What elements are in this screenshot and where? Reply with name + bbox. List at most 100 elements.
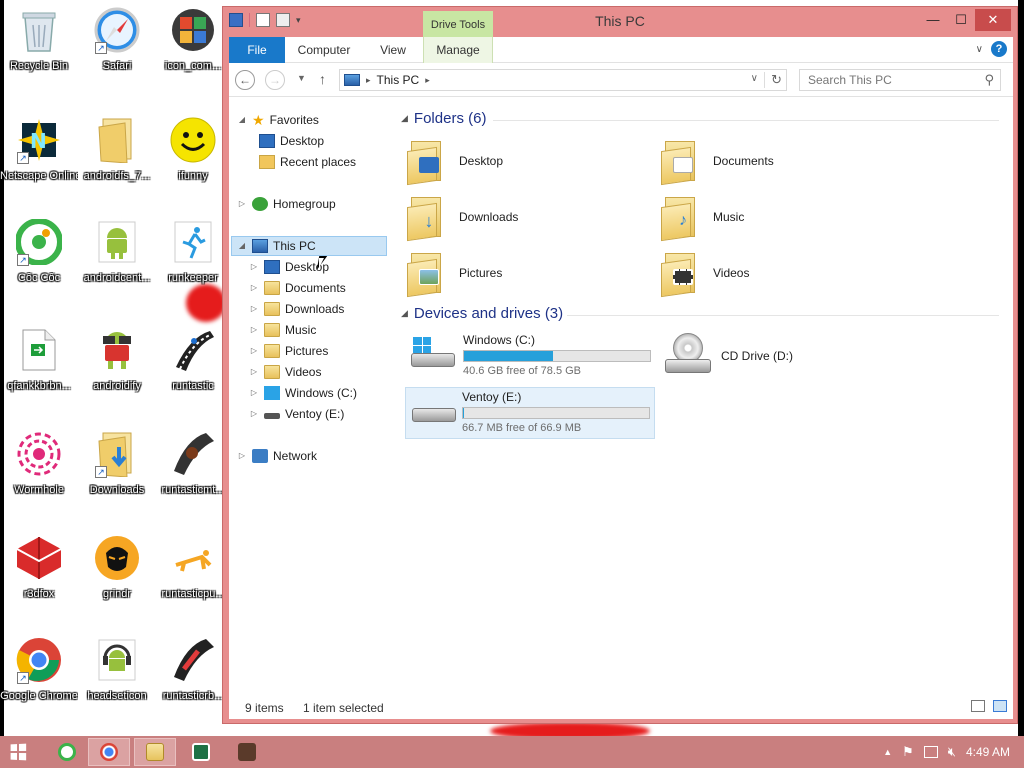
nav-desktop[interactable]: Desktop	[259, 131, 324, 151]
recent-locations-dropdown-icon[interactable]: ▼	[297, 73, 306, 83]
expand-arrow-icon[interactable]: ▷	[249, 404, 259, 424]
desktop-icon-runtasticmt[interactable]: runtasticmt...	[154, 430, 232, 497]
search-input[interactable]: Search This PC ⚲	[799, 69, 1001, 91]
start-button[interactable]	[10, 743, 27, 761]
window-controls: — ☐ ✕	[919, 9, 1011, 31]
desktop-icon-grindr[interactable]: grindr	[78, 534, 156, 601]
ribbon-tabs: File Computer View Manage ∨ ?	[229, 37, 1013, 63]
desktop-icon-downloads[interactable]: ↗ Downloads	[78, 430, 156, 497]
taskbar-file-explorer[interactable]	[134, 738, 176, 766]
refresh-icon[interactable]: ↻	[764, 72, 782, 88]
desktop-icon	[264, 260, 280, 274]
folder-downloads[interactable]: ↓ Downloads	[407, 191, 647, 243]
collapse-arrow-icon[interactable]: ◢	[401, 113, 408, 124]
smiley-icon	[169, 116, 217, 164]
up-button[interactable]: ↑	[319, 71, 326, 87]
breadcrumb-separator-icon[interactable]: ▸	[366, 75, 371, 86]
close-button[interactable]: ✕	[975, 9, 1011, 31]
nav-pc-videos[interactable]: ▷ Videos	[249, 362, 321, 382]
desktop-icon-r3dfox[interactable]: r3dfox	[0, 534, 78, 601]
desktop-icon-wormhole[interactable]: Wormhole	[0, 430, 78, 497]
collapse-arrow-icon[interactable]: ◢	[237, 236, 247, 256]
tab-computer[interactable]: Computer	[289, 37, 359, 63]
forward-button[interactable]: →	[265, 70, 285, 90]
desktop-icon-recycle-bin[interactable]: Recycle Bin	[0, 6, 78, 73]
drive-ventoy-e[interactable]: Ventoy (E:) 66.7 MB free of 66.9 MB	[405, 387, 655, 439]
desktop-icon-ifunny[interactable]: ifunny	[154, 116, 232, 183]
desktop-icon-androidify[interactable]: androidify	[78, 326, 156, 393]
nav-pc-documents[interactable]: ▷ Documents	[249, 278, 346, 298]
breadcrumb-this-pc[interactable]: This PC	[377, 73, 420, 87]
nav-pc-windows-c[interactable]: ▷ Windows (C:)	[249, 383, 357, 403]
nav-homegroup[interactable]: ▷ Homegroup	[237, 194, 336, 214]
desktop-icon-netscape[interactable]: N ↗ Netscape Online	[0, 116, 78, 183]
expand-arrow-icon[interactable]: ▷	[237, 194, 247, 214]
expand-arrow-icon[interactable]: ▷	[249, 383, 259, 403]
desktop-icon-label: headseticon	[87, 690, 147, 702]
nav-network[interactable]: ▷ Network	[237, 446, 317, 466]
network-status-icon[interactable]	[923, 746, 938, 758]
details-view-icon[interactable]	[971, 700, 985, 712]
desktop-icon-androidcent[interactable]: androidcent...	[78, 218, 156, 285]
breadcrumb-separator-icon[interactable]: ▸	[425, 75, 430, 86]
back-button[interactable]: ←	[235, 70, 255, 90]
drive-windows-c[interactable]: Windows (C:) 40.6 GB free of 78.5 GB	[405, 331, 655, 383]
address-dropdown-icon[interactable]: ∨	[751, 73, 758, 84]
folder-documents[interactable]: Documents	[661, 135, 901, 187]
tab-view[interactable]: View	[365, 37, 421, 63]
desktop-icon-runtasticpu[interactable]: runtasticpu...	[154, 534, 232, 601]
maximize-button[interactable]: ☐	[947, 9, 975, 31]
taskbar-app[interactable]	[226, 738, 268, 766]
nav-pc-pictures[interactable]: ▷ Pictures	[249, 341, 328, 361]
expand-arrow-icon[interactable]: ▷	[249, 341, 259, 361]
folder-music[interactable]: ♪ Music	[661, 191, 901, 243]
volume-muted-icon[interactable]: 🔇︎	[948, 744, 956, 760]
nav-pc-downloads[interactable]: ▷ Downloads	[249, 299, 344, 319]
devices-group-header[interactable]: ◢ Devices and drives (3)	[401, 305, 563, 322]
desktop-icon-runtastic[interactable]: runtastic	[154, 326, 232, 393]
folder-pictures[interactable]: Pictures	[407, 247, 647, 299]
minimize-button[interactable]: —	[919, 9, 947, 31]
desktop-icon-label: Downloads	[89, 484, 145, 496]
desktop-icon-androidfs[interactable]: androidfs_7...	[78, 116, 156, 183]
desktop-icon-safari[interactable]: ↗ Safari	[78, 6, 156, 73]
folders-group-header[interactable]: ◢ Folders (6)	[401, 110, 486, 127]
collapse-arrow-icon[interactable]: ◢	[237, 110, 247, 130]
taskbar-coccoc[interactable]	[46, 738, 88, 766]
expand-arrow-icon[interactable]: ▷	[249, 320, 259, 340]
folder-videos[interactable]: Videos	[661, 247, 901, 299]
nav-recent-places[interactable]: Recent places	[259, 152, 356, 172]
desktop-icon-runtasticrb[interactable]: runtasticrb...	[154, 636, 232, 703]
folder-desktop[interactable]: Desktop	[407, 135, 647, 187]
clock[interactable]: 4:49 AM	[966, 745, 1010, 759]
nav-pc-ventoy-e[interactable]: ▷ Ventoy (E:)	[249, 404, 344, 424]
large-icons-view-icon[interactable]	[993, 700, 1007, 712]
desktop-icon-runkeeper[interactable]: runkeeper	[154, 218, 232, 285]
expand-arrow-icon[interactable]: ▷	[237, 446, 247, 466]
desktop-icon-coccoc[interactable]: ↗ Cốc Cốc	[0, 218, 78, 285]
expand-arrow-icon[interactable]: ▷	[249, 278, 259, 298]
taskbar-chrome[interactable]	[88, 738, 130, 766]
tab-manage[interactable]: Manage	[423, 37, 493, 63]
collapse-arrow-icon[interactable]: ◢	[401, 308, 408, 319]
desktop-icon-icon-com[interactable]: icon_com...	[154, 6, 232, 73]
drive-cd-d[interactable]: CD Drive (D:)	[659, 331, 909, 383]
expand-arrow-icon[interactable]: ▷	[249, 362, 259, 382]
nav-pc-music[interactable]: ▷ Music	[249, 320, 316, 340]
address-box[interactable]: ▸ This PC ▸ ∨ ↻	[339, 69, 787, 91]
desktop-icon-qfankkbrbn[interactable]: qfankkbrbn...	[0, 326, 78, 393]
nav-this-pc[interactable]: ◢ This PC	[231, 236, 387, 256]
action-center-flag-icon[interactable]: ⚑	[902, 744, 914, 760]
expand-arrow-icon[interactable]: ▷	[249, 257, 259, 277]
show-hidden-icons-icon[interactable]: ▲	[883, 747, 892, 757]
title-bar[interactable]: ▾ Drive Tools This PC — ☐ ✕	[223, 7, 1017, 39]
desktop-icon-headseticon[interactable]: headseticon	[78, 636, 156, 703]
search-icon[interactable]: ⚲	[984, 70, 994, 90]
taskbar-excel[interactable]	[180, 738, 222, 766]
help-icon[interactable]: ?	[991, 41, 1007, 57]
expand-ribbon-icon[interactable]: ∨	[976, 44, 983, 55]
expand-arrow-icon[interactable]: ▷	[249, 299, 259, 319]
tab-file[interactable]: File	[229, 37, 285, 63]
nav-favorites[interactable]: ◢ ★ Favorites	[237, 110, 319, 130]
desktop-icon-chrome[interactable]: ↗ Google Chrome	[0, 636, 78, 703]
